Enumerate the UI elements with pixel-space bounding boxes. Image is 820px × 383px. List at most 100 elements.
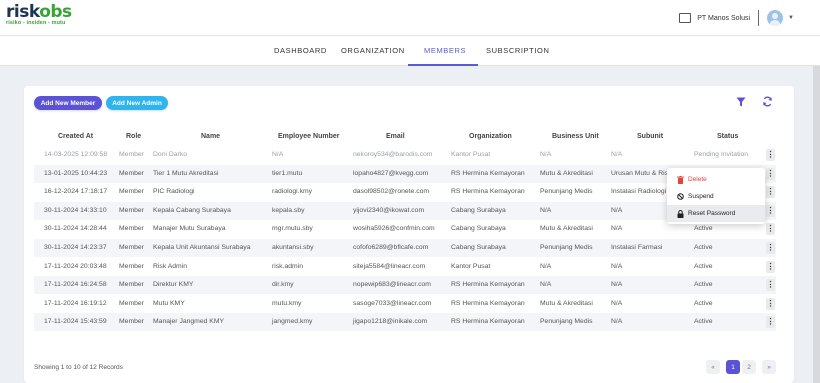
cell-employee-number: risk.admin [272, 262, 303, 270]
cell-created-at: 17-11-2024 16:24:58 [44, 281, 107, 289]
cell-name: Direktur KMY [153, 281, 194, 289]
cell-business-unit: N/A [540, 206, 552, 214]
cell-organization: RS Hermina Kemayoran [451, 188, 525, 196]
table-row[interactable]: 17-11-2024 20:03:48 Member Risk Admin risk.… [34, 258, 776, 276]
row-actions-icon[interactable]: ⋮ [766, 186, 775, 199]
pager-page-1[interactable]: 1 [726, 360, 740, 374]
row-actions-icon[interactable]: ⋮ [766, 260, 775, 273]
cell-role: Member [119, 262, 144, 270]
cell-email: siteja5584@lineacr.com [353, 262, 426, 270]
cell-name: Risk Admin [153, 262, 187, 270]
menu-reset-label: Reset Password [688, 210, 736, 217]
nav-dashboard[interactable]: DASHBOARD [274, 46, 327, 55]
cell-name: Tier 1 Mutu Akreditasi [153, 169, 219, 177]
screen-icon[interactable] [679, 13, 692, 23]
cell-business-unit: Mutu & Akreditasi [540, 169, 593, 177]
scrollbar[interactable] [813, 66, 820, 383]
table-row[interactable]: 30-11-2024 14:23:37 Member Kepala Unit Aku… [34, 239, 776, 257]
filter-icon[interactable] [736, 97, 746, 107]
row-actions-icon[interactable]: ⋮ [766, 223, 775, 236]
cell-organization: Cabang Surabaya [451, 225, 506, 233]
cell-employee-number: jangmed.kmy [272, 318, 313, 326]
avatar[interactable] [767, 10, 784, 26]
col-created-at[interactable]: Created At [58, 133, 93, 140]
main-nav: DASHBOARD ORGANIZATION MEMBERS SUBSCRIPT… [0, 36, 820, 66]
cell-subunit: N/A [611, 206, 623, 214]
row-action-menu: Delete Suspend Reset Password [667, 168, 765, 224]
row-actions-icon[interactable]: ⋮ [766, 279, 775, 292]
cell-subunit: N/A [611, 318, 623, 326]
cell-status: Active [694, 299, 713, 307]
add-member-button[interactable]: Add New Member [34, 96, 102, 110]
col-name[interactable]: Name [201, 133, 220, 140]
cell-email: cofofo6289@bflcafe.com [353, 244, 429, 251]
table-row[interactable]: 14-03-2025 12:09:58 Member Doni Darko N/A ne… [34, 146, 776, 164]
cell-status: Active [694, 281, 713, 289]
cell-created-at: 17-11-2024 16:19:12 [44, 299, 107, 307]
menu-delete[interactable]: Delete [667, 171, 765, 188]
cell-organization: RS Hermina Kemayoran [451, 169, 525, 177]
chevron-down-icon[interactable]: ▼ [788, 15, 794, 21]
cell-role: Member [119, 188, 144, 196]
cell-business-unit: N/A [540, 281, 552, 289]
row-actions-icon[interactable]: ⋮ [766, 204, 775, 217]
cell-subunit: N/A [611, 225, 623, 233]
col-email[interactable]: Email [386, 133, 405, 140]
nav-organization[interactable]: ORGANIZATION [341, 46, 405, 55]
cell-subunit: N/A [611, 262, 623, 270]
table-row[interactable]: 30-11-2024 14:28:44 Member Manajer Mutu Su… [34, 220, 776, 238]
cell-employee-number: radiologi.kmy [272, 188, 313, 196]
cell-name: Manajer Jangmed KMY [153, 318, 225, 326]
cell-created-at: 16-12-2024 17:18:17 [44, 188, 108, 196]
table-row[interactable]: 30-11-2024 14:33:10 Member Kepala Cabang S… [34, 201, 776, 220]
cell-email: yijovi2340@ikowat.com [353, 206, 425, 214]
table-row[interactable]: 13-01-2025 10:44:23 Member Tier 1 Mutu Akr… [34, 164, 776, 183]
menu-suspend[interactable]: Suspend [667, 188, 765, 205]
logo[interactable]: riskobs risiko - insiden - mutu [6, 4, 72, 27]
col-business-unit[interactable]: Business Unit [552, 133, 599, 140]
pager-next[interactable]: » [762, 360, 776, 374]
company-name: PT Manos Solusi [697, 14, 751, 22]
col-status[interactable]: Status [717, 133, 738, 140]
pager-prev[interactable]: « [706, 360, 720, 374]
cell-business-unit: Penunjang Medis [540, 188, 593, 196]
cell-created-at: 30-11-2024 14:28:44 [44, 225, 107, 233]
col-subunit[interactable]: Subunit [637, 133, 663, 140]
menu-reset-password[interactable]: Reset Password [667, 205, 765, 222]
pager-page-2[interactable]: 2 [742, 360, 756, 374]
nav-subscription[interactable]: SUBSCRIPTION [486, 46, 549, 55]
row-actions-icon[interactable]: ⋮ [766, 167, 775, 180]
refresh-icon[interactable] [762, 96, 773, 107]
cell-email: wosiha5926@confmin.com [353, 225, 435, 233]
cell-employee-number: mutu.kmy [272, 299, 302, 307]
cell-created-at: 30-11-2024 14:23:37 [44, 244, 107, 251]
cell-created-at: 14-03-2025 12:09:58 [44, 151, 108, 158]
row-actions-icon[interactable]: ⋮ [766, 149, 775, 161]
cell-subunit: N/A [611, 299, 623, 307]
cell-role: Member [119, 206, 144, 214]
cell-email: jigapo1218@inikale.com [353, 318, 428, 326]
cell-employee-number: N/A [272, 151, 284, 158]
cell-employee-number: kepala.sby [272, 206, 305, 214]
cell-role: Member [119, 244, 144, 251]
table-row[interactable]: 17-11-2024 15:43:59 Member Manajer Jangmed… [34, 313, 776, 332]
cell-email: dasol98502@ronete.com [353, 188, 430, 196]
col-organization[interactable]: Organization [469, 133, 512, 140]
table-row[interactable]: 17-11-2024 16:19:12 Member Mutu KMY mutu.km… [34, 295, 776, 313]
table-row[interactable]: 16-12-2024 17:18:17 Member PIC Radiologi ra… [34, 183, 776, 201]
row-actions-icon[interactable]: ⋮ [766, 316, 775, 329]
cell-subunit: Instalasi Radiologi [611, 188, 667, 196]
add-admin-button[interactable]: Add New Admin [106, 96, 168, 110]
table-row[interactable]: 17-11-2024 16:24:58 Member Direktur KMY dir… [34, 276, 776, 295]
cell-organization: Kantor Pusat [451, 151, 491, 158]
cell-business-unit: Mutu & Akreditasi [540, 225, 593, 233]
cell-role: Member [119, 169, 144, 177]
col-employee-number[interactable]: Employee Number [278, 133, 339, 140]
cell-employee-number: mgr.mutu.sby [272, 225, 313, 233]
nav-members[interactable]: MEMBERS [424, 46, 466, 55]
cell-organization: Kantor Pusat [451, 262, 491, 270]
row-actions-icon[interactable]: ⋮ [766, 297, 775, 310]
row-actions-icon[interactable]: ⋮ [766, 242, 775, 254]
col-role[interactable]: Role [126, 133, 141, 140]
cell-status: Active [694, 225, 713, 233]
